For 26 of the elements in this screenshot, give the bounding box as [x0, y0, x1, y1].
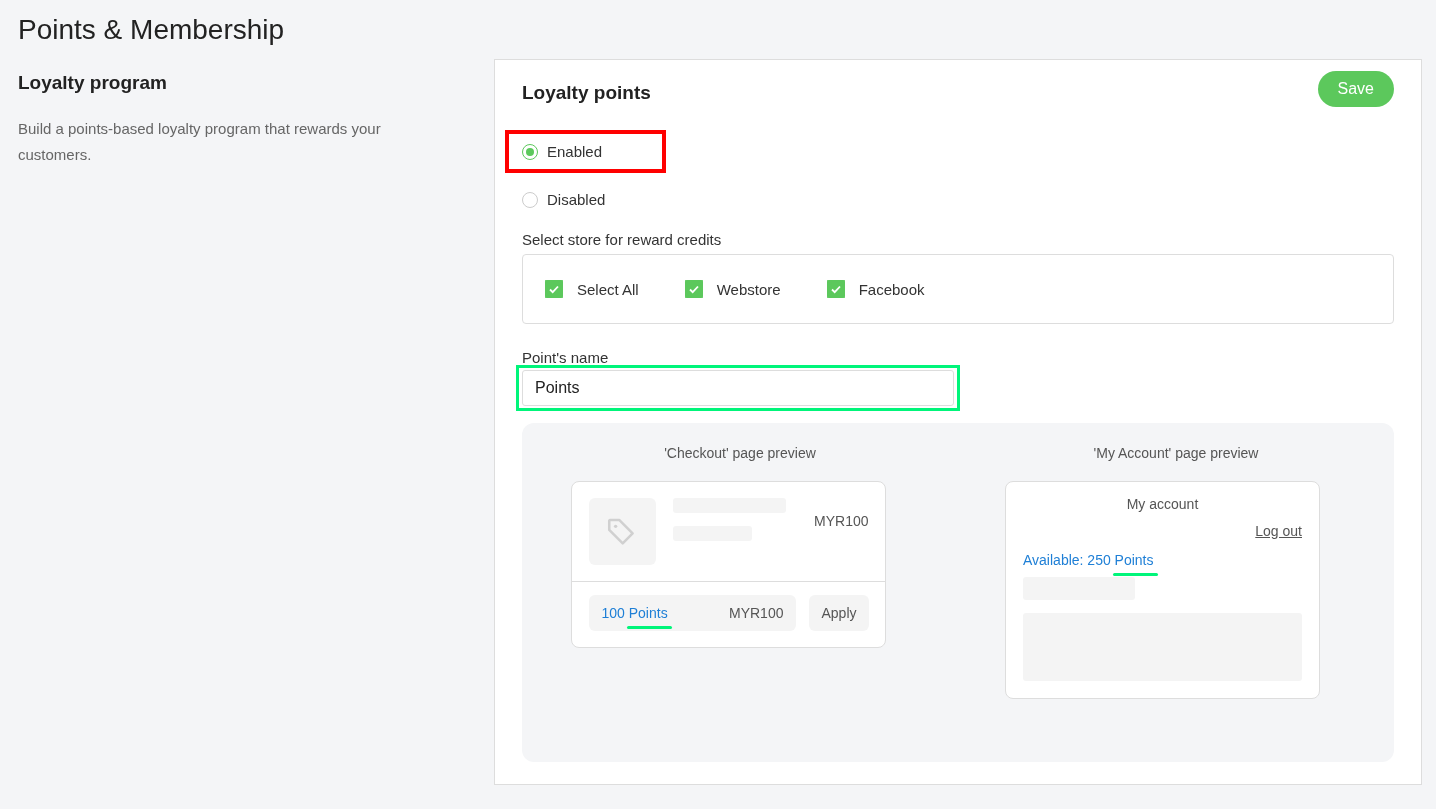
points-name-field[interactable]: Points — [522, 370, 954, 406]
points-unit: Points — [1114, 552, 1154, 568]
section-title: Loyalty program — [18, 72, 168, 94]
preview-title: 'My Account' page preview — [1093, 445, 1259, 461]
field-label: Point's name — [522, 349, 610, 366]
checkbox[interactable] — [545, 280, 563, 298]
field-label: Select store for reward credits — [522, 231, 723, 248]
points-value: MYR100 — [729, 605, 784, 621]
points-unit: Points — [628, 605, 668, 621]
logout-link[interactable]: Log out — [1255, 523, 1302, 539]
product-price: MYR100 — [814, 513, 869, 531]
points-amount: 100 — [601, 605, 625, 621]
radio-label: Enabled — [547, 143, 603, 160]
preview-title: 'Checkout' page preview — [664, 445, 816, 461]
section-description: Build a points-based loyalty program that rewards your customers. — [18, 119, 382, 165]
checkbox-label: Facebook — [858, 280, 925, 298]
checkbox[interactable] — [684, 280, 703, 298]
apply-button[interactable]: Apply — [809, 595, 869, 631]
checkbox-label: Webstore — [716, 280, 781, 298]
checkbox-label: Select All — [577, 280, 639, 298]
checkbox[interactable] — [826, 280, 845, 298]
account-heading: My account — [1125, 496, 1200, 512]
available-points: Available: 250 — [1023, 552, 1111, 568]
radio-label: Disabled — [547, 191, 606, 208]
page-title: Points & Membership — [18, 13, 286, 47]
card-title: Loyalty points — [522, 82, 651, 104]
